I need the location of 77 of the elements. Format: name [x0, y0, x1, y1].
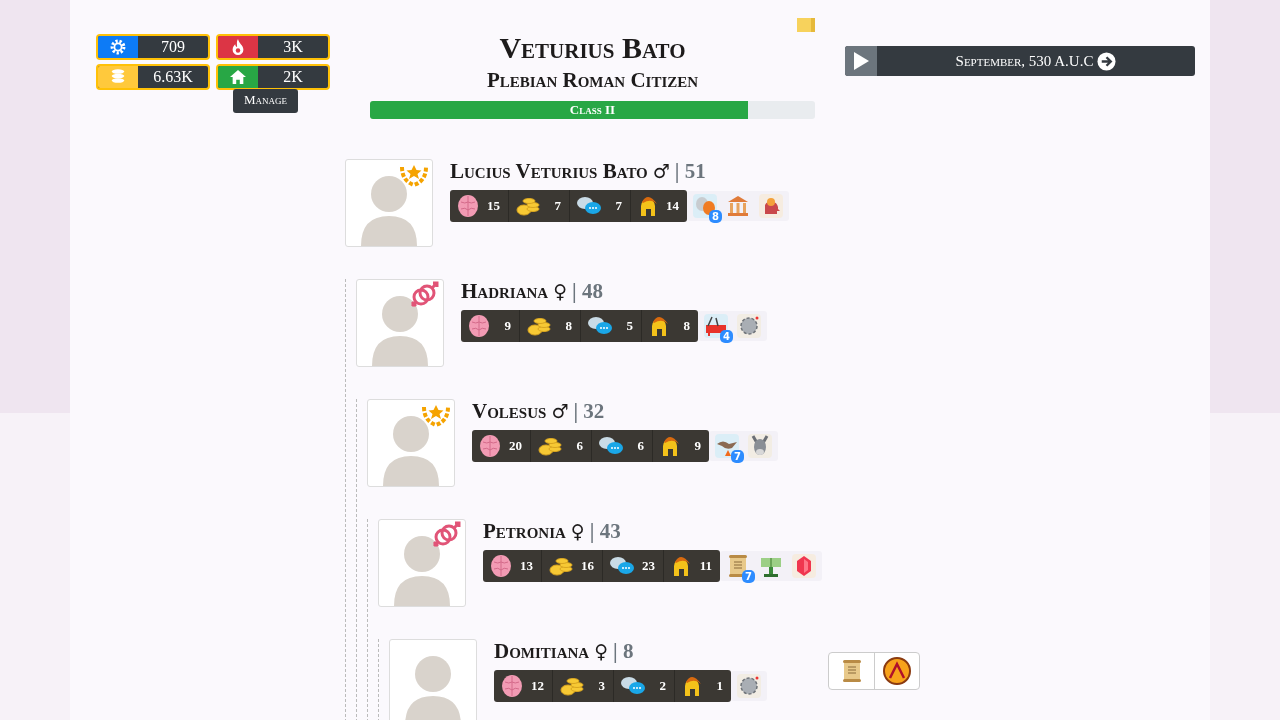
person-age: | 8 [613, 639, 634, 664]
bird-icon [715, 434, 739, 458]
progress-label: Class II [568, 101, 617, 119]
count-badge: 7 [742, 570, 755, 583]
brain-icon [500, 674, 524, 698]
next-month-button[interactable]: September, 530 A.U.C [845, 46, 1195, 76]
chat-bubbles-icon [620, 675, 646, 697]
stone-icon [737, 314, 761, 338]
stat-value: 8 [564, 318, 572, 334]
stat-value: 15 [486, 198, 500, 214]
sex-symbol: ♂ [652, 160, 670, 182]
stat-value: 5 [625, 318, 633, 334]
stone-icon [737, 674, 761, 698]
coins-icon [515, 195, 541, 217]
manage-tooltip[interactable]: Manage [233, 89, 299, 113]
sex-symbol: ♀ [594, 640, 609, 662]
stat-value: 1 [715, 678, 723, 694]
brain-icon [456, 194, 480, 218]
count-badge: 8 [709, 210, 722, 223]
resource-value: 3K [282, 37, 304, 57]
resource-value: 2K [282, 67, 304, 87]
brain-icon [467, 314, 491, 338]
sex-symbol: ♂ [551, 400, 569, 422]
stat-value: 23 [641, 558, 655, 574]
chat-bubbles-icon [587, 315, 613, 337]
stat-value: 20 [508, 438, 522, 454]
theater-masks-icon [693, 194, 717, 218]
coins-icon [526, 315, 552, 337]
chat-bubbles-icon [576, 195, 602, 217]
stat-value: 3 [597, 678, 605, 694]
stat-value: 6 [575, 438, 583, 454]
coins-icon [109, 68, 127, 86]
temple-icon [726, 194, 750, 218]
stat-value: 9 [693, 438, 701, 454]
person-age: | 43 [589, 519, 621, 544]
sex-symbol: ♀ [570, 520, 585, 542]
chat-bubbles-icon [609, 555, 635, 577]
person-name: Domitiana [494, 639, 590, 664]
person-age: | 51 [674, 159, 706, 184]
donkey-head-icon [748, 434, 772, 458]
chat-bubbles-icon [598, 435, 624, 457]
arrow-right-circle-icon [1097, 51, 1117, 71]
stat-value: 7 [553, 198, 561, 214]
character-title: Veturius Bato [498, 34, 687, 62]
resource-value: 6.63K [152, 67, 194, 87]
resource-value: 709 [160, 37, 186, 57]
play-icon [852, 51, 870, 71]
stat-value: 2 [658, 678, 666, 694]
coins-icon [537, 435, 563, 457]
head-icon [759, 194, 783, 218]
stat-value: 14 [665, 198, 679, 214]
character-subtitle: Plebian Roman Citizen [485, 68, 700, 93]
count-badge: 4 [720, 330, 733, 343]
stat-value: 12 [530, 678, 544, 694]
coins-icon [559, 675, 585, 697]
sex-symbol: ♀ [553, 280, 568, 302]
stat-value: 13 [519, 558, 533, 574]
count-badge: 7 [731, 450, 744, 463]
stat-value: 6 [636, 438, 644, 454]
lambda-shield-icon [882, 656, 912, 686]
gear-icon [109, 38, 127, 56]
person-age: | 32 [573, 399, 605, 424]
stat-value: 11 [698, 558, 712, 574]
brain-icon [489, 554, 513, 578]
person-name: Volesus [472, 399, 547, 424]
person-name: Lucius Veturius Bato [450, 159, 648, 184]
person-name: Petronia [483, 519, 566, 544]
stat-value: 8 [682, 318, 690, 334]
coins-icon [548, 555, 574, 577]
stat-value: 9 [503, 318, 511, 334]
gem-icon [792, 554, 816, 578]
brain-icon [478, 434, 502, 458]
stat-value: 7 [614, 198, 622, 214]
person-name: Hadriana [461, 279, 549, 304]
person-age: | 48 [572, 279, 603, 304]
stat-value: 16 [580, 558, 594, 574]
house-icon [229, 69, 247, 85]
